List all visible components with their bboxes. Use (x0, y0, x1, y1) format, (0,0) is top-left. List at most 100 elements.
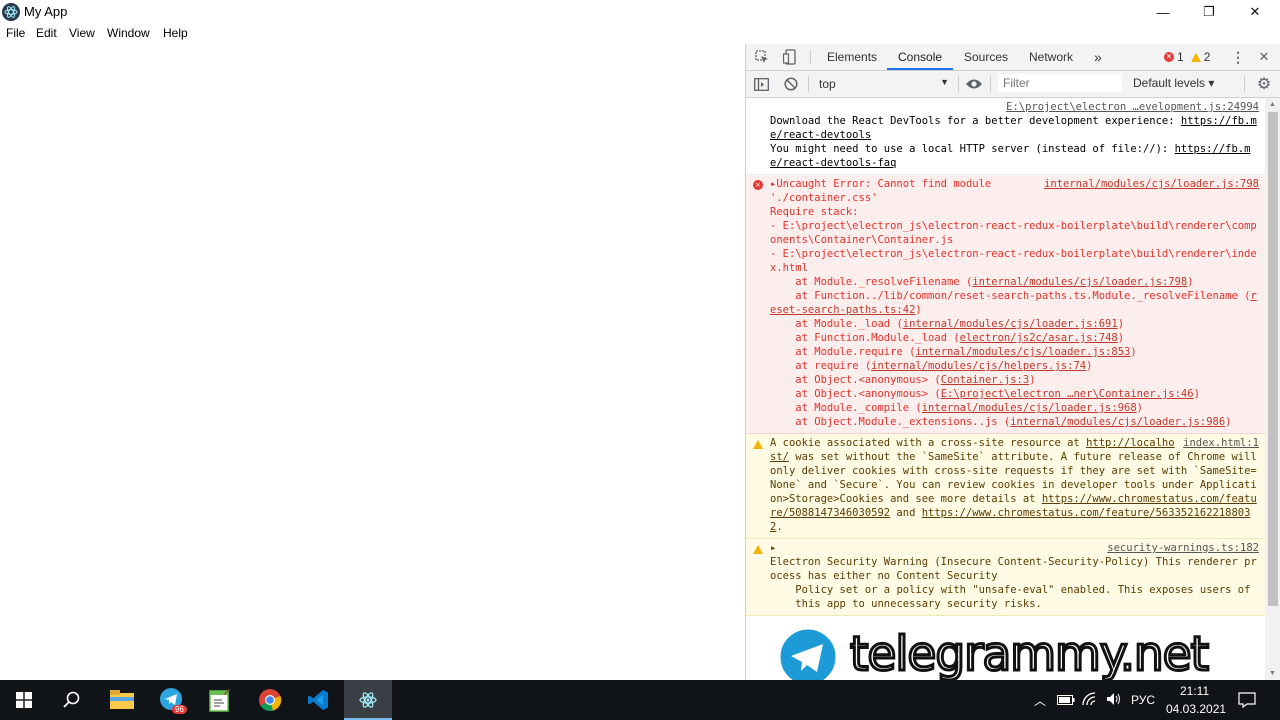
stack-frame-location-link[interactable]: Container.js:3 (941, 374, 1030, 386)
inspect-element-icon[interactable] (754, 49, 770, 65)
stack-frame: at require (internal/modules/cjs/helpers… (770, 360, 1092, 372)
warning-icon (1190, 52, 1201, 62)
security-warning-title: Electron Security Warning (Insecure Cont… (770, 556, 1150, 568)
scroll-down-icon[interactable]: ▼ (1269, 670, 1276, 677)
tab-console[interactable]: Console (887, 44, 954, 70)
stack-frame-end: ) (1086, 360, 1093, 372)
stack-frame-end: ) (1193, 388, 1200, 400)
toolbar-divider-2 (958, 76, 959, 92)
devtools-tab-bar: Elements Console Sources Network » ✕ 1 2… (746, 44, 1280, 71)
file-explorer-icon[interactable] (98, 680, 146, 720)
stack-frame-function: at Object.<anonymous> ( (770, 388, 941, 400)
console-scrollbar[interactable]: ▲ ▼ (1265, 98, 1280, 680)
start-windows-icon[interactable] (0, 680, 48, 720)
menu-window[interactable]: Window (107, 26, 150, 40)
message-source-link[interactable]: E:\project\electron …evelopment.js:24994 (1006, 100, 1259, 114)
vscode-icon[interactable] (294, 680, 342, 720)
more-tabs-button[interactable]: » (1094, 44, 1102, 70)
show-hidden-icons-chevron-icon[interactable]: ︿ (1032, 692, 1048, 708)
stack-frame-end: ) (1225, 416, 1232, 428)
toolbar-divider (808, 76, 809, 92)
toolbar-divider-3 (990, 76, 991, 92)
stack-frame-function: at require ( (770, 360, 872, 372)
menu-view[interactable]: View (69, 26, 95, 40)
devtools-panel: Elements Console Sources Network » ✕ 1 2… (745, 44, 1280, 680)
clock-date[interactable]: 04.03.2021 (1166, 702, 1226, 716)
windows-taskbar: 96 ︿ РУС 21:11 04.03.2021 (0, 680, 1280, 720)
stack-frame-function: at Object.<anonymous> ( (770, 374, 941, 386)
message-source-link[interactable]: index.html:1 (1183, 436, 1259, 450)
message-source-link[interactable]: security-warnings.ts:182 (1107, 541, 1259, 555)
clock-time[interactable]: 21:11 (1180, 684, 1209, 698)
context-selector[interactable]: top ▼ (814, 74, 952, 94)
battery-icon[interactable] (1057, 692, 1075, 708)
device-toolbar-icon[interactable] (782, 49, 798, 65)
menu-file[interactable]: File (6, 26, 25, 40)
stack-frame-location-link[interactable]: internal/modules/cjs/loader.js:968 (922, 402, 1137, 414)
console-output: E:\project\electron …evelopment.js:24994… (746, 98, 1265, 680)
stack-frame-end: ) (1136, 402, 1143, 414)
wifi-icon[interactable] (1082, 691, 1098, 707)
stack-frame-end: ) (915, 304, 922, 316)
chevron-down-icon: ▼ (940, 77, 949, 87)
stack-frame-function: at Function../lib/common/reset-search-pa… (770, 290, 1251, 302)
context-label: top (819, 77, 836, 91)
stack-frame: at Object.<anonymous> (Container.js:3) (770, 374, 1036, 386)
show-sidebar-icon[interactable] (753, 76, 769, 92)
stack-frame-end: ) (1029, 374, 1036, 386)
filter-input[interactable] (998, 74, 1122, 92)
message-source-link[interactable]: internal/modules/cjs/loader.js:798 (1044, 177, 1259, 191)
search-icon[interactable] (48, 680, 96, 720)
expand-arrow-icon[interactable]: ▸ (770, 542, 776, 554)
minimize-button[interactable]: — (1140, 0, 1186, 24)
tab-elements[interactable]: Elements (827, 44, 877, 70)
volume-icon[interactable] (1106, 691, 1122, 707)
console-message-security-warning: security-warnings.ts:182 ▸ Electron Secur… (746, 539, 1265, 616)
warning-icon (753, 437, 763, 451)
clear-console-icon[interactable] (783, 76, 799, 92)
menu-edit[interactable]: Edit (36, 26, 57, 40)
input-language[interactable]: РУС (1131, 693, 1155, 707)
error-icon: ✕ (753, 178, 763, 192)
stack-frame-location-link[interactable]: electron/js2c/asar.js:748 (960, 332, 1118, 344)
stack-frame-function: at Object.Module._extensions..js ( (770, 416, 1011, 428)
error-body: './container.css' Require stack: - E:\pr… (770, 192, 1257, 274)
tab-sources[interactable]: Sources (964, 44, 1008, 70)
close-button[interactable]: ✕ (1232, 0, 1278, 24)
message-text: Download the React DevTools for a better… (770, 115, 1181, 127)
stack-frame-function: at Module._load ( (770, 318, 903, 330)
error-count: 1 (1177, 50, 1184, 64)
stack-frame-location-link[interactable]: internal/modules/cjs/loader.js:798 (972, 276, 1187, 288)
scroll-up-icon[interactable]: ▲ (1269, 101, 1276, 108)
chrome-icon[interactable] (246, 680, 294, 720)
stack-frame-location-link[interactable]: E:\project\electron …ner\Container.js:46 (941, 388, 1194, 400)
stack-frame-location-link[interactable]: internal/modules/cjs/loader.js:986 (1010, 416, 1225, 428)
stack-frame-location-link[interactable]: internal/modules/cjs/loader.js:853 (915, 346, 1130, 358)
title-bar: My App — ❐ ✕ (0, 0, 1280, 24)
console-message-error: ✕ internal/modules/cjs/loader.js:798 ▸Unca… (746, 175, 1265, 434)
close-devtools-icon[interactable]: ✕ (1256, 48, 1272, 66)
telegram-icon[interactable]: 96 (148, 680, 196, 720)
message-text: and (890, 507, 922, 519)
kebab-menu-icon[interactable]: ⋮ (1230, 48, 1246, 66)
stack-frame: at Module._load (internal/modules/cjs/lo… (770, 318, 1124, 330)
scrollbar-thumb[interactable] (1268, 112, 1278, 606)
notification-center-icon[interactable] (1238, 691, 1256, 709)
live-expression-eye-icon[interactable] (964, 76, 984, 92)
maximize-button[interactable]: ❐ (1186, 0, 1232, 24)
menu-bar: File Edit View Window Help (0, 24, 745, 44)
stack-frame-location-link[interactable]: internal/modules/cjs/loader.js:691 (903, 318, 1118, 330)
tab-network[interactable]: Network (1029, 44, 1073, 70)
issue-counter[interactable]: ✕ 1 2 (1164, 50, 1210, 64)
stack-frame-location-link[interactable]: internal/modules/cjs/helpers.js:74 (871, 360, 1086, 372)
console-settings-gear-icon[interactable]: ⚙ (1254, 74, 1274, 94)
stack-frame-function: at Function.Module._load ( (770, 332, 960, 344)
stack-frame-end: ) (1117, 318, 1125, 330)
log-levels-dropdown[interactable]: Default levels ▾ (1133, 76, 1214, 90)
notepad-plus-plus-icon[interactable] (196, 680, 244, 720)
error-heading[interactable]: ▸Uncaught Error: Cannot find module (770, 178, 991, 190)
electron-app-taskbar-icon[interactable] (344, 680, 392, 720)
stack-frame-function: at Module._compile ( (770, 402, 922, 414)
message-text: A cookie associated with a cross-site re… (770, 437, 1087, 449)
menu-help[interactable]: Help (163, 26, 188, 40)
